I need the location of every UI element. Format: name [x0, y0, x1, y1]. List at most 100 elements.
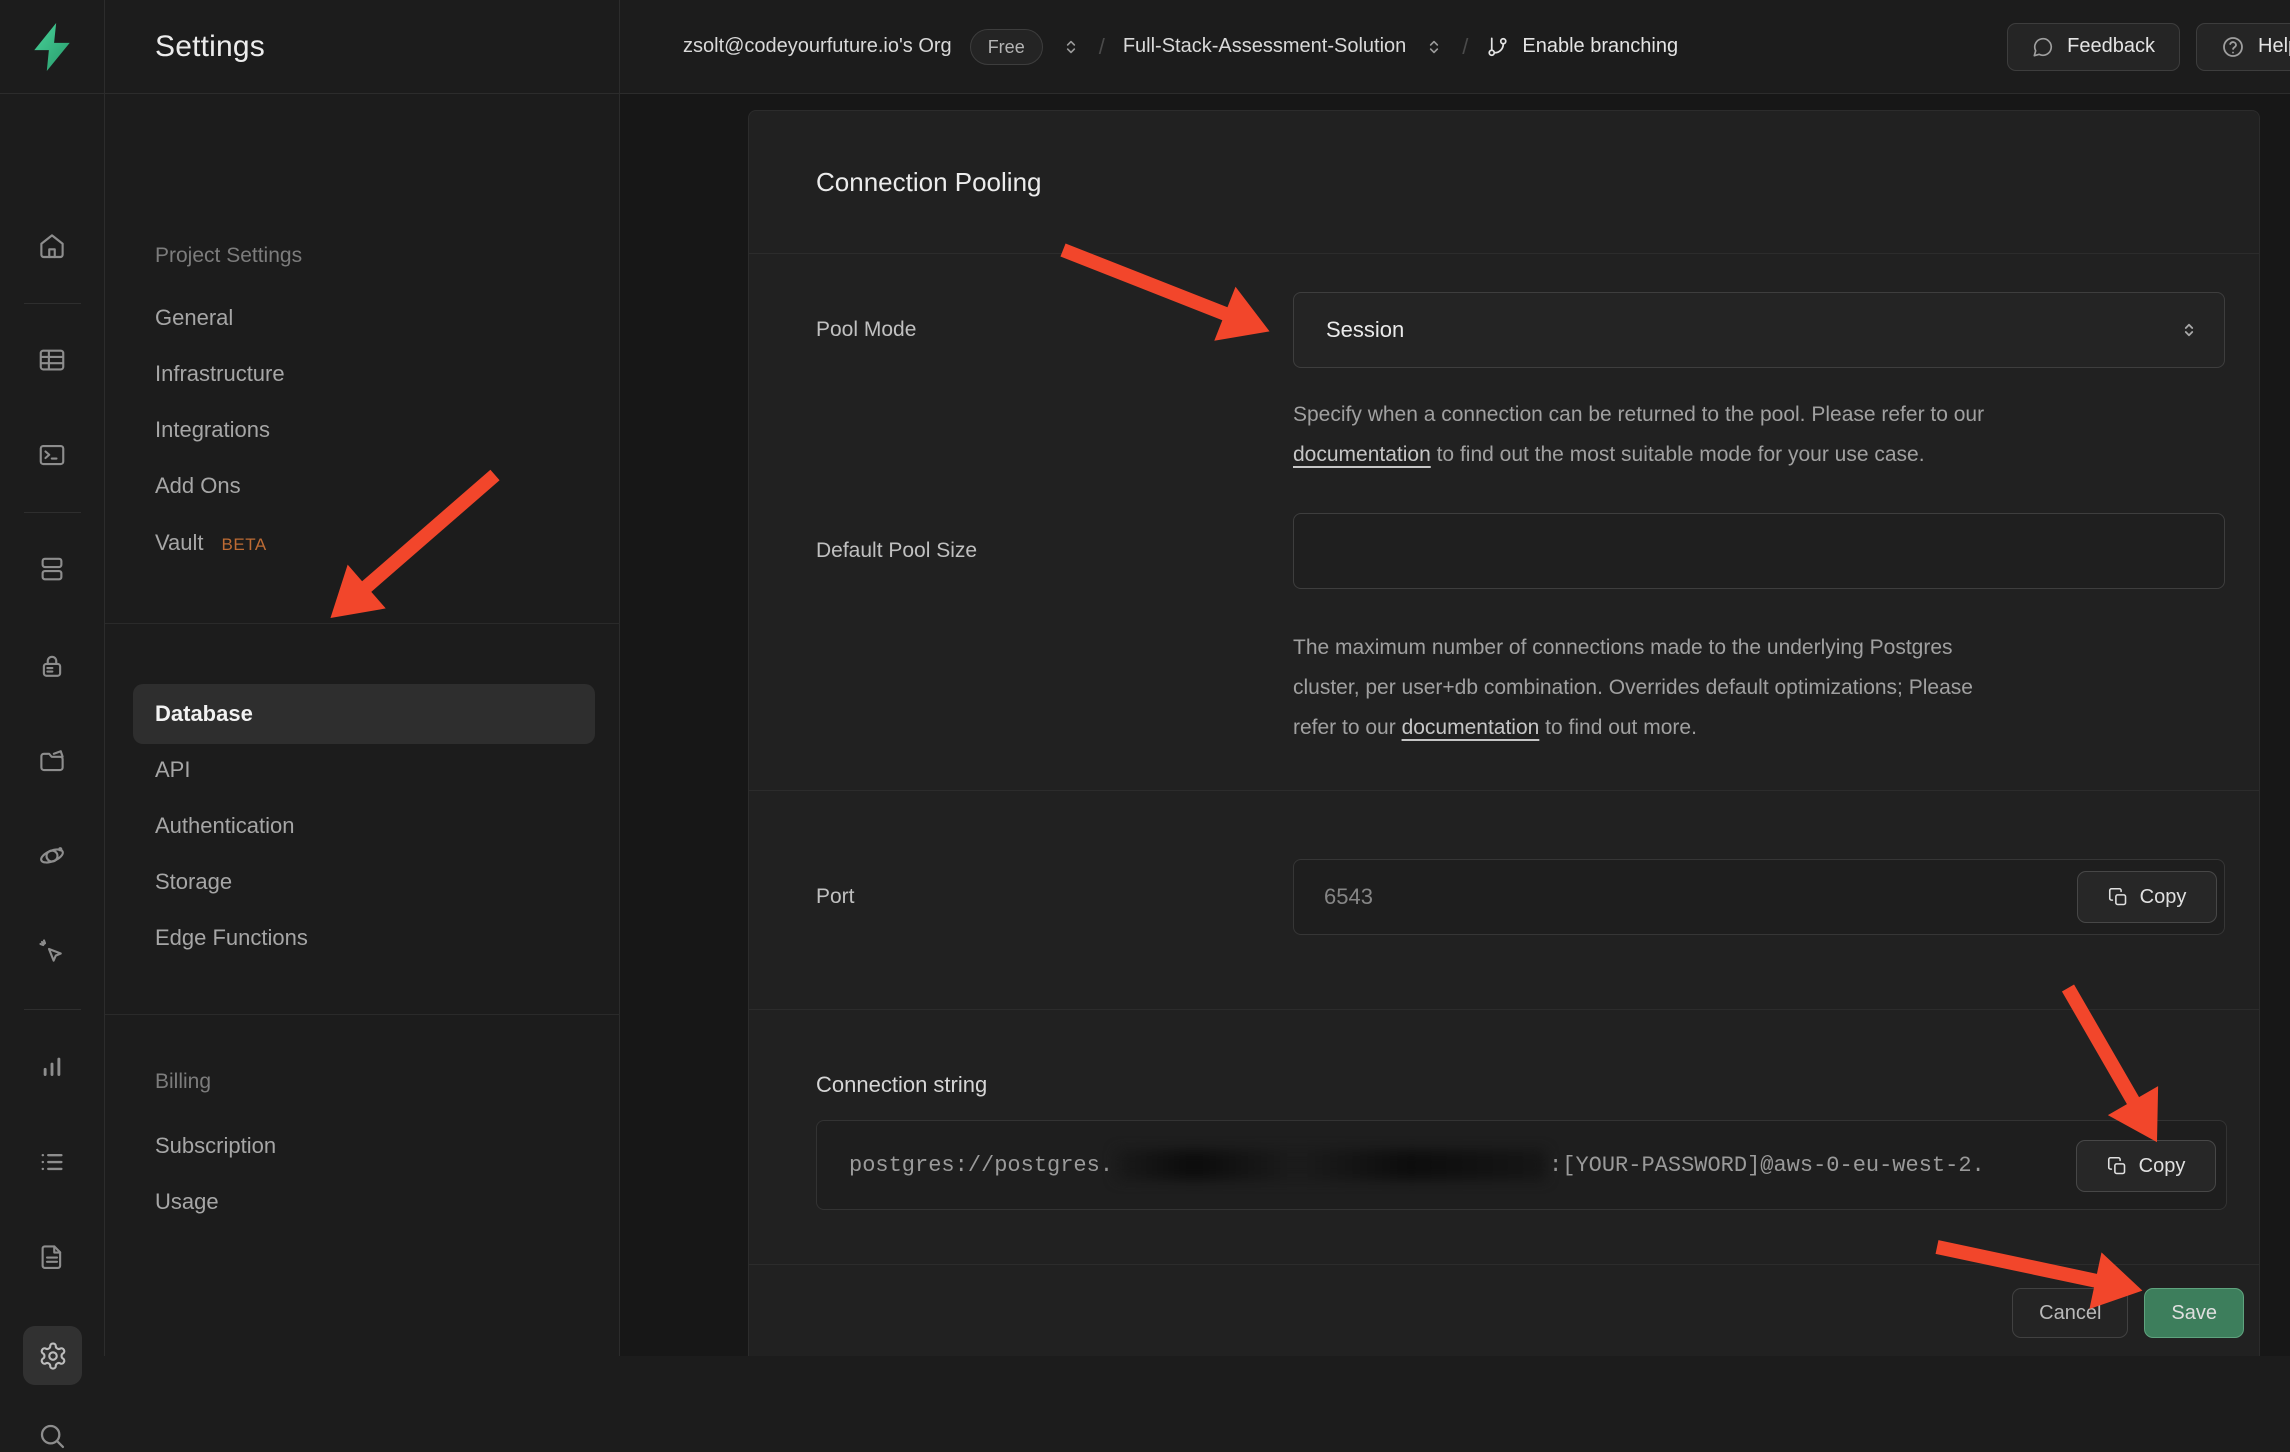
pool-mode-label: Pool Mode — [816, 318, 1293, 342]
org-name[interactable]: zsolt@codeyourfuture.io's Org — [683, 35, 952, 58]
feedback-button[interactable]: Feedback — [2007, 23, 2180, 71]
nav-reports[interactable] — [37, 1052, 67, 1082]
redacted-project-ref — [1116, 1150, 1546, 1180]
connection-string-copy-button[interactable]: Copy — [2076, 1140, 2216, 1192]
breadcrumb-separator: / — [1462, 34, 1468, 60]
card-footer: Cancel Save — [749, 1265, 2259, 1338]
sidebar-item-subscription[interactable]: Subscription — [155, 1133, 276, 1159]
sidebar-item-database[interactable]: Database — [133, 684, 595, 744]
connection-string-label: Connection string — [816, 1072, 2225, 1098]
sidebar-item-storage[interactable]: Storage — [155, 869, 232, 895]
git-branch-icon — [1486, 35, 1509, 58]
sidebar-item-integrations[interactable]: Integrations — [155, 417, 270, 443]
plan-badge[interactable]: Free — [970, 29, 1043, 65]
topbar-actions: Feedback Help — [2007, 23, 2290, 71]
nav-storage[interactable] — [37, 746, 67, 776]
sidebar-item-usage[interactable]: Usage — [155, 1189, 219, 1215]
project-switcher-chevrons-icon[interactable] — [1424, 36, 1444, 58]
port-copy-label: Copy — [2140, 886, 2187, 909]
sidebar-divider — [105, 1014, 620, 1015]
beta-badge: BETA — [222, 535, 267, 554]
pool-mode-desc-text: Specify when a connection can be returne… — [1293, 403, 1984, 426]
pool-mode-desc-text2: to find out the most suitable mode for y… — [1431, 443, 1925, 466]
connection-pooling-card: Connection Pooling Pool Mode Session Spe… — [748, 110, 2260, 1356]
pool-size-desc-text2: cluster, per user+db combination. Overri… — [1293, 676, 1973, 699]
save-button[interactable]: Save — [2144, 1288, 2244, 1338]
rail-search[interactable] — [36, 1420, 68, 1452]
default-pool-size-label: Default Pool Size — [816, 539, 1293, 563]
sidebar-divider — [105, 623, 620, 624]
nav-home[interactable] — [37, 231, 67, 261]
terminal-icon — [37, 440, 67, 470]
default-pool-size-input[interactable] — [1293, 513, 2225, 589]
breadcrumb: zsolt@codeyourfuture.io's Org Free / Ful… — [620, 0, 2290, 93]
top-bar: Settings zsolt@codeyourfuture.io's Org F… — [0, 0, 2290, 94]
folder-file-icon — [37, 746, 67, 776]
search-icon — [36, 1420, 68, 1452]
settings-sidebar: Project Settings General Infrastructure … — [105, 94, 620, 1356]
card-title: Connection Pooling — [749, 111, 2259, 254]
connection-string-prefix: postgres://postgres. — [849, 1153, 1113, 1178]
default-pool-size-description: The maximum number of connections made t… — [1293, 628, 2233, 748]
orbit-icon — [37, 841, 67, 871]
nav-table-editor[interactable] — [37, 345, 67, 375]
sidebar-item-edge-functions[interactable]: Edge Functions — [155, 925, 308, 951]
enable-branching-button[interactable]: Enable branching — [1486, 35, 1678, 58]
rail-divider — [24, 1009, 81, 1010]
copy-icon — [2108, 887, 2129, 908]
org-switcher-chevrons-icon[interactable] — [1061, 36, 1081, 58]
rail-divider — [24, 512, 81, 513]
sidebar-item-api[interactable]: API — [155, 757, 190, 783]
documentation-link[interactable]: documentation — [1402, 716, 1540, 739]
bar-chart-icon — [37, 1052, 67, 1082]
document-icon — [37, 1242, 67, 1272]
database-stack-icon — [37, 554, 67, 584]
sidebar-item-vault[interactable]: VaultBETA — [155, 530, 267, 556]
pool-mode-select[interactable]: Session — [1293, 292, 2225, 368]
list-icon — [37, 1147, 67, 1177]
sidebar-item-infrastructure[interactable]: Infrastructure — [155, 361, 285, 387]
nav-sql-editor[interactable] — [37, 440, 67, 470]
supabase-bolt-icon — [29, 22, 75, 72]
connection-string-box: postgres://postgres.:[YOUR-PASSWORD]@aws… — [816, 1120, 2227, 1210]
page-title: Settings — [105, 0, 620, 93]
port-copy-button[interactable]: Copy — [2077, 871, 2217, 923]
pool-mode-description: Specify when a connection can be returne… — [1293, 395, 2233, 475]
supabase-logo[interactable] — [0, 0, 105, 93]
sidebar-section-billing: Billing — [155, 1070, 211, 1094]
help-label: Help — [2258, 35, 2290, 58]
documentation-link[interactable]: documentation — [1293, 443, 1431, 466]
cancel-button[interactable]: Cancel — [2012, 1288, 2128, 1338]
lock-icon — [37, 651, 67, 681]
nav-logs[interactable] — [37, 1147, 67, 1177]
nav-docs[interactable] — [37, 1242, 67, 1272]
sidebar-item-database-label: Database — [155, 701, 253, 727]
rail-divider — [24, 303, 81, 304]
speech-bubble-icon — [2032, 36, 2054, 58]
cursor-click-icon — [37, 937, 67, 967]
help-button[interactable]: Help — [2196, 23, 2290, 71]
sidebar-item-add-ons[interactable]: Add Ons — [155, 473, 241, 499]
feedback-label: Feedback — [2067, 35, 2155, 58]
icon-rail — [0, 94, 105, 1356]
nav-realtime[interactable] — [37, 841, 67, 871]
connection-string-section: Connection string postgres://postgres.:[… — [749, 1072, 2259, 1265]
pool-size-desc-text4: to find out more. — [1539, 716, 1697, 739]
enable-branching-label: Enable branching — [1522, 35, 1678, 58]
connection-string-copy-label: Copy — [2139, 1155, 2186, 1178]
help-circle-icon — [2221, 35, 2245, 59]
nav-authentication[interactable] — [37, 651, 67, 681]
sidebar-item-general[interactable]: General — [155, 305, 233, 331]
table-icon — [37, 345, 67, 375]
port-label: Port — [816, 885, 1293, 909]
pool-size-desc-text: The maximum number of connections made t… — [1293, 636, 1953, 659]
sidebar-item-authentication[interactable]: Authentication — [155, 813, 294, 839]
nav-advisors[interactable] — [37, 937, 67, 967]
breadcrumb-separator: / — [1099, 34, 1105, 60]
copy-icon — [2107, 1156, 2128, 1177]
home-icon — [37, 231, 67, 261]
sidebar-section-project-settings: Project Settings — [155, 244, 302, 268]
nav-database[interactable] — [37, 554, 67, 584]
project-name[interactable]: Full-Stack-Assessment-Solution — [1123, 35, 1406, 58]
pool-size-desc-text3: refer to our — [1293, 716, 1402, 739]
